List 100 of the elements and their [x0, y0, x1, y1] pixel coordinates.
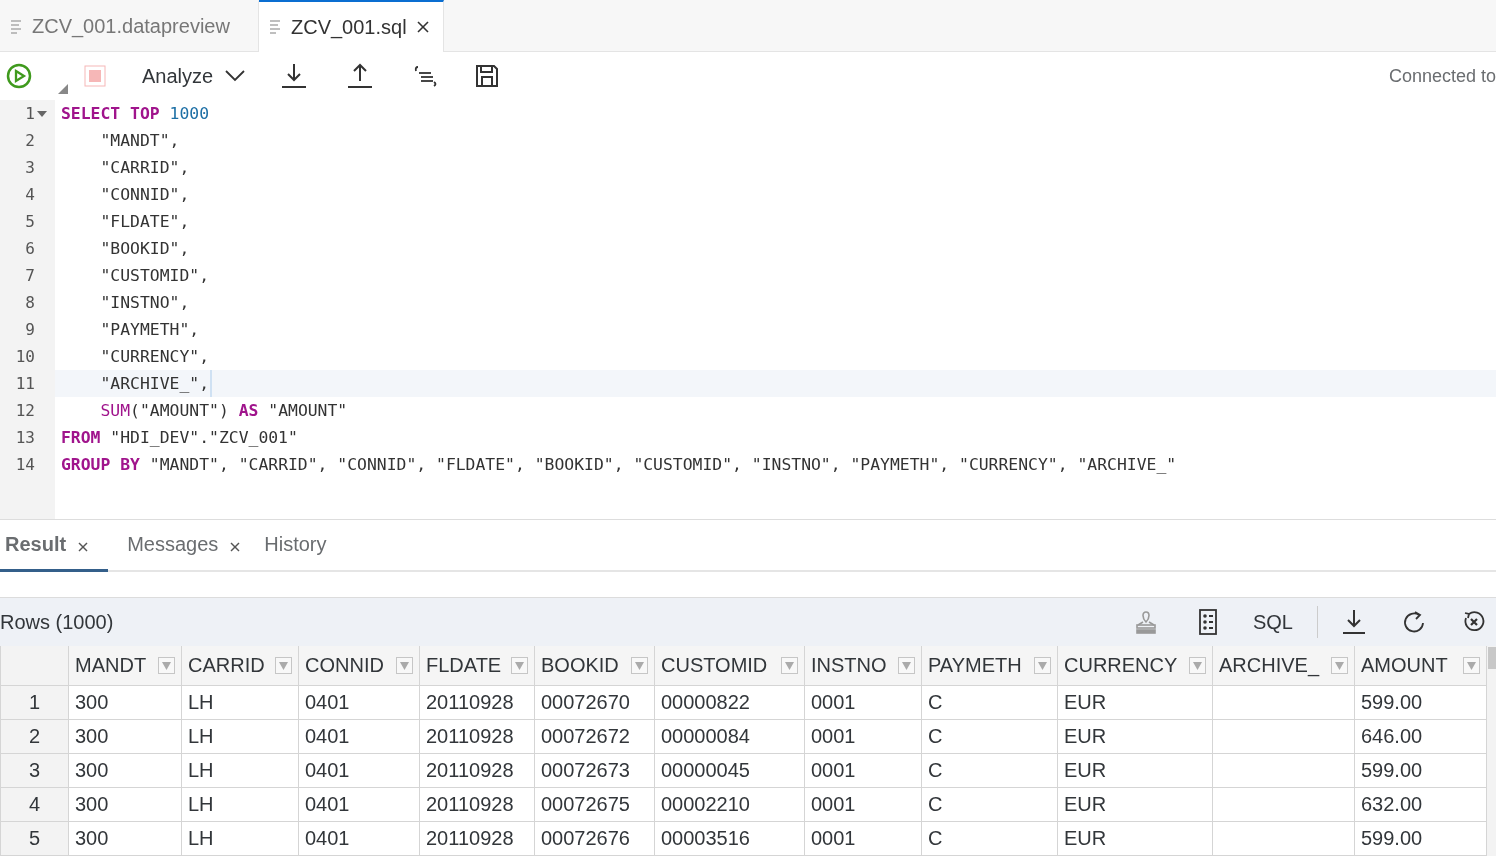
table-cell: 00072676 [534, 821, 655, 856]
column-header[interactable]: FLDATE [419, 646, 535, 686]
analyze-button[interactable]: Analyze [142, 64, 246, 88]
scrollbar-thumb[interactable] [1488, 647, 1496, 669]
column-header[interactable]: CARRID [181, 646, 299, 686]
table-cell: 0001 [804, 719, 922, 754]
filter-button[interactable] [631, 657, 648, 674]
upload-icon[interactable] [347, 63, 374, 89]
table-cell: LH [181, 787, 299, 822]
filter-arrow-icon [635, 661, 644, 670]
close-icon[interactable] [230, 541, 241, 552]
result-tab[interactable]: Result [0, 520, 109, 572]
table-cell: 300 [68, 753, 182, 788]
column-header[interactable]: AMOUNT [1354, 646, 1487, 686]
filter-arrow-icon [1193, 661, 1202, 670]
filter-button[interactable] [158, 657, 175, 674]
column-header[interactable]: CURRENCY [1057, 646, 1213, 686]
map-pin-icon[interactable] [1134, 610, 1157, 634]
download-icon[interactable] [1342, 609, 1366, 635]
chevron-down-icon [225, 70, 246, 82]
column-header[interactable]: CONNID [298, 646, 420, 686]
table-cell: 300 [68, 685, 182, 720]
filter-button[interactable] [275, 657, 292, 674]
filter-arrow-icon [1038, 661, 1047, 670]
fold-arrow-icon[interactable] [37, 110, 47, 117]
table-cell: 00072670 [534, 685, 655, 720]
line-number: 1 [24, 104, 35, 123]
table-cell: 0001 [804, 787, 922, 822]
filter-button[interactable] [781, 657, 798, 674]
connection-status: Connected to [1388, 65, 1496, 87]
table-cell: C [921, 685, 1058, 720]
line-number: 2 [24, 131, 35, 150]
filter-button[interactable] [1331, 657, 1348, 674]
line-number: 8 [24, 293, 35, 312]
run-icon[interactable] [6, 63, 32, 89]
table-cell: 00003516 [654, 821, 805, 856]
column-header[interactable]: ARCHIVE_ [1212, 646, 1355, 686]
filter-button[interactable] [1463, 657, 1480, 674]
row-number: 4 [0, 787, 69, 822]
resize-icon [58, 84, 68, 94]
table-cell: EUR [1057, 787, 1213, 822]
row-number: 2 [0, 719, 69, 754]
close-icon[interactable] [416, 21, 429, 33]
column-header[interactable]: BOOKID [534, 646, 655, 686]
file-icon [269, 19, 281, 35]
column-header[interactable]: INSTNO [804, 646, 922, 686]
refresh-icon[interactable] [1402, 610, 1426, 634]
row-number: 1 [0, 685, 69, 720]
code-line: "CURRENCY", [99, 346, 211, 368]
line-number: 4 [24, 185, 35, 204]
table-cell: 20110928 [419, 821, 535, 856]
list-icon[interactable] [1198, 609, 1217, 635]
column-header[interactable]: MANDT [68, 646, 182, 686]
filter-button[interactable] [898, 657, 915, 674]
filter-arrow-icon [902, 661, 911, 670]
filter-button[interactable] [511, 657, 528, 674]
rows-count: Rows (1000) [0, 610, 114, 634]
filter-arrow-icon [279, 661, 288, 670]
result-tab[interactable]: Messages [122, 520, 246, 572]
filter-arrow-icon [400, 661, 409, 670]
table-cell: 20110928 [419, 719, 535, 754]
table-cell: 300 [68, 719, 182, 754]
code-line: "MANDT", [99, 130, 181, 152]
code-line: GROUP BY "MANDT", "CARRID", "CONNID", "FLDATE", "BOOKID", "CUSTOMID", "INSTNO", "PAYMETH", "CURRENCY", "ARCHIVE_" [60, 454, 1178, 476]
table-cell: 0401 [298, 787, 420, 822]
filter-button[interactable] [1034, 657, 1051, 674]
code-line: "FLDATE", [99, 211, 191, 233]
code-line: "INSTNO", [99, 292, 191, 314]
column-header[interactable]: PAYMETH [921, 646, 1058, 686]
sql-button[interactable]: SQL [1252, 610, 1293, 634]
table-cell: 0001 [804, 685, 922, 720]
download-icon[interactable] [281, 63, 308, 89]
table-cell: 0401 [298, 753, 420, 788]
result-tab[interactable]: History [259, 520, 332, 572]
column-header[interactable]: CUSTOMID [654, 646, 805, 686]
line-number: 9 [24, 320, 35, 339]
editor-tab[interactable]: ZCV_001.sql [259, 0, 444, 52]
table-cell: 599.00 [1354, 685, 1487, 720]
clear-history-icon[interactable] [1462, 610, 1486, 634]
row-number: 3 [0, 753, 69, 788]
table-cell: 599.00 [1354, 821, 1487, 856]
table-cell: 00072675 [534, 787, 655, 822]
filter-button[interactable] [1189, 657, 1206, 674]
file-icon [10, 18, 22, 35]
table-cell: 0001 [804, 821, 922, 856]
table-cell: 300 [68, 787, 182, 822]
code-line: "CARRID", [99, 157, 191, 179]
code-line: "BOOKID", [99, 238, 191, 260]
table-cell: 632.00 [1354, 787, 1487, 822]
table-cell: 00072673 [534, 753, 655, 788]
table-cell: C [921, 719, 1058, 754]
table-cell: 20110928 [419, 685, 535, 720]
close-icon[interactable] [78, 541, 89, 552]
table-cell: 0401 [298, 719, 420, 754]
filter-button[interactable] [396, 657, 413, 674]
table-cell: 00072672 [534, 719, 655, 754]
table-cell: C [921, 821, 1058, 856]
filter-arrow-icon [515, 661, 524, 670]
save-icon[interactable] [475, 64, 500, 88]
table-cell: C [921, 753, 1058, 788]
